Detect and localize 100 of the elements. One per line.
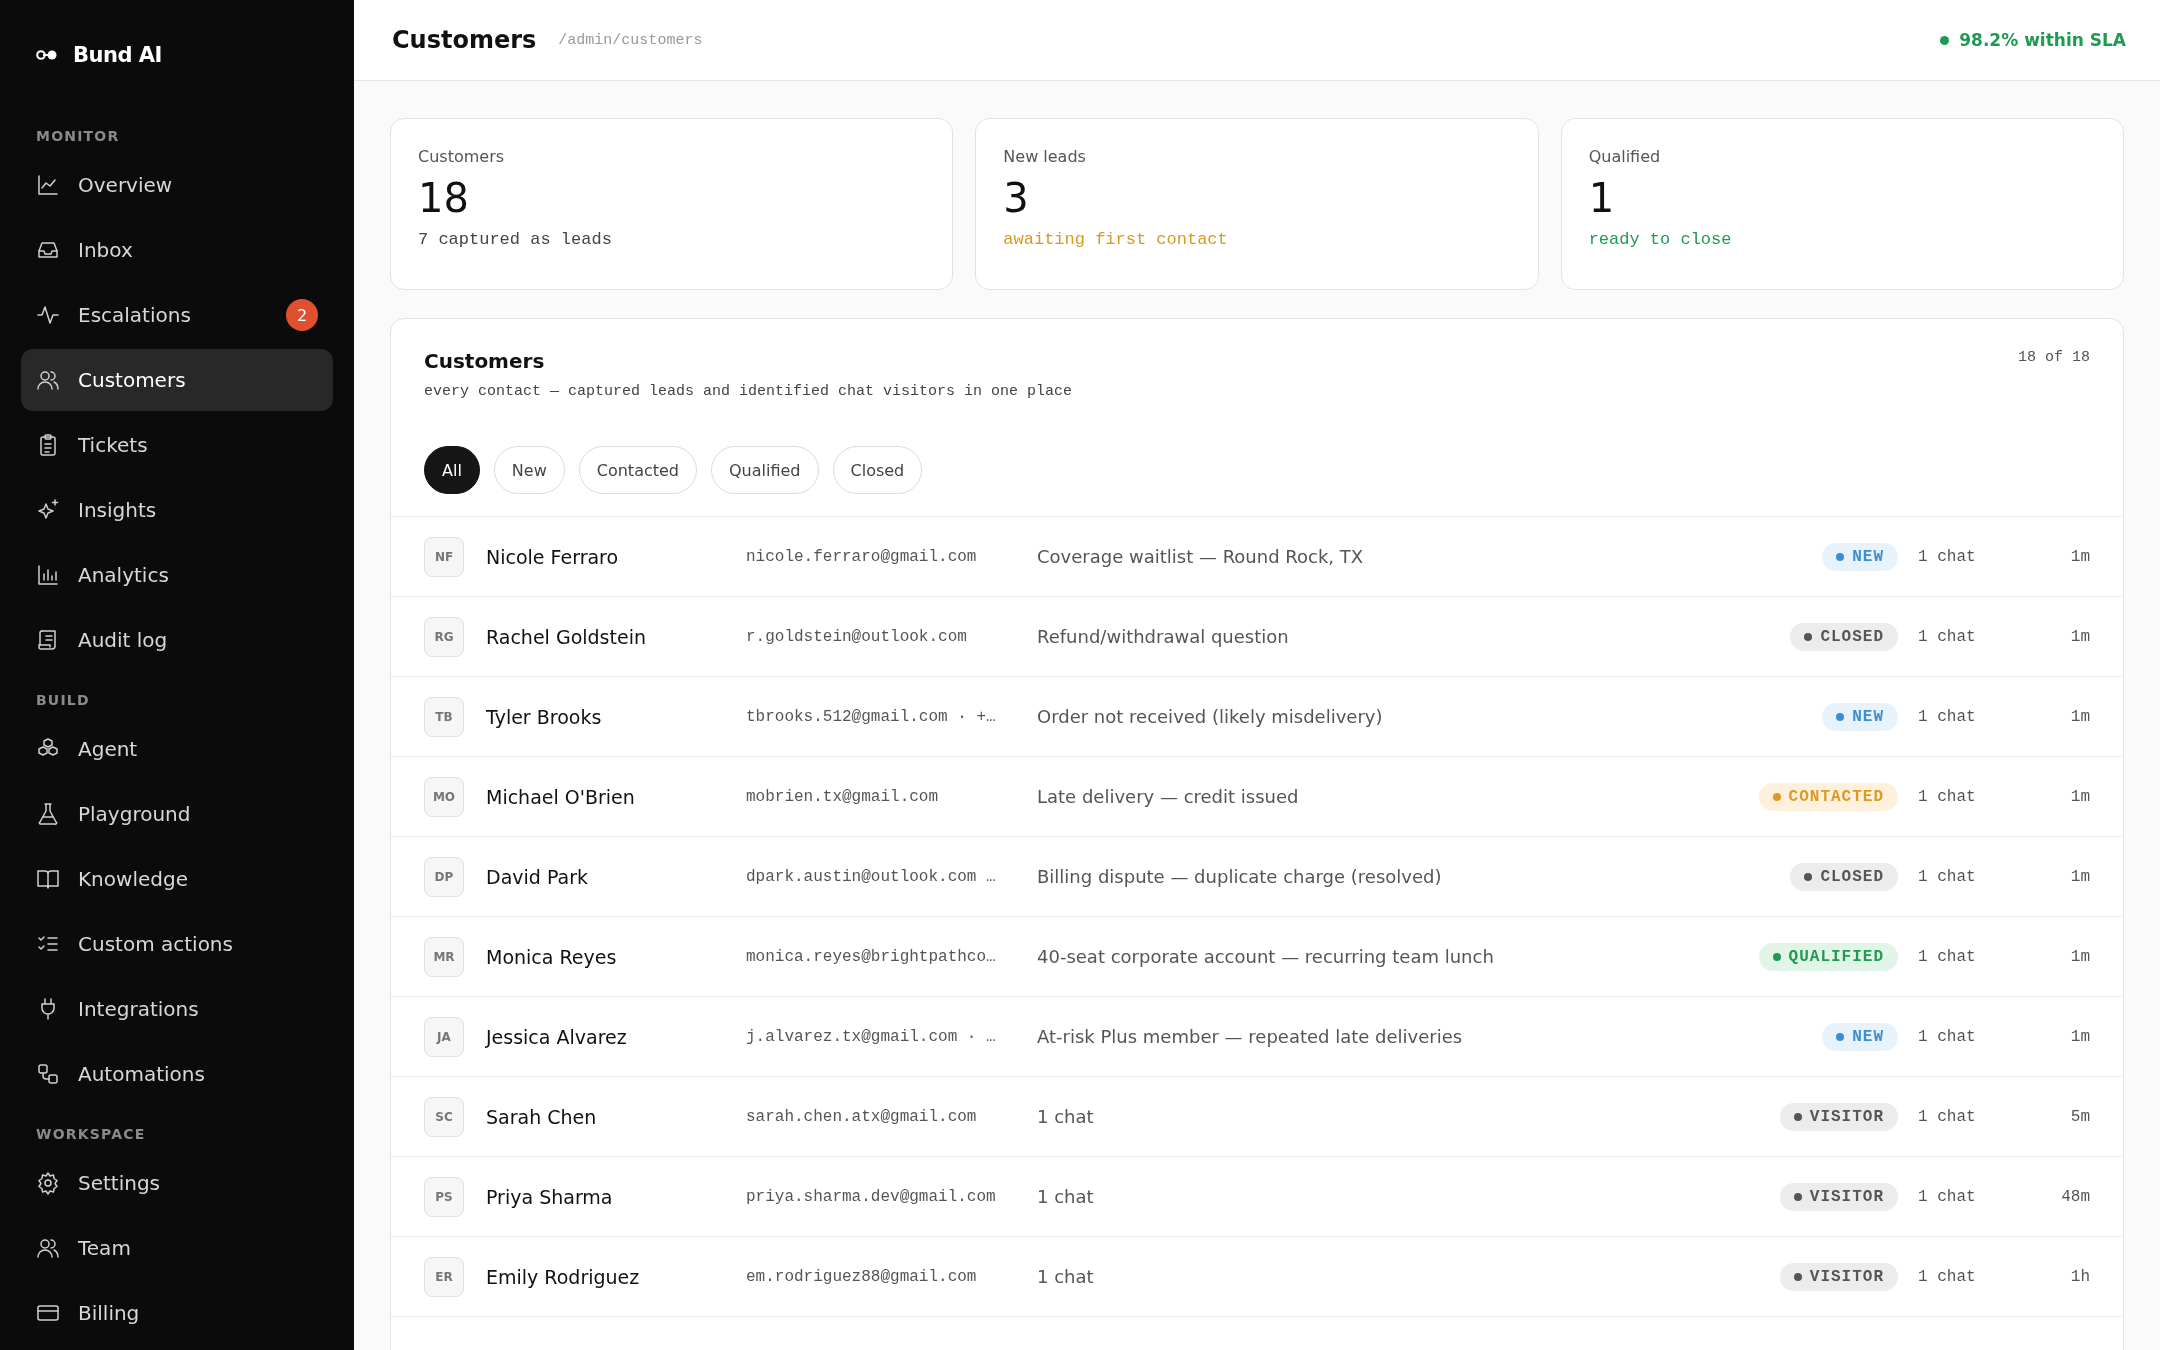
panel-title: Customers [424, 349, 546, 373]
status-badge: VISITOR [1779, 1262, 1898, 1291]
customer-summary: 40-seat corporate account — recurring team lunch [1037, 946, 1495, 967]
last-seen: 48m [2060, 1187, 2090, 1206]
status-badge: QUALIFIED [1758, 942, 1898, 971]
brand-name: Bund AI [73, 43, 162, 67]
sparkle-icon [36, 498, 60, 522]
customer-summary: Coverage waitlist — Round Rock, TX [1037, 546, 1365, 567]
chat-count: 1 chat [1917, 707, 1977, 726]
customer-row[interactable]: JA Jessica Alvarez j.alvarez.tx@gmail.com · … At-risk Plus member — repeated late deliveries NEW 1 chat 1m [391, 997, 2123, 1077]
pulse-icon [36, 303, 60, 327]
chat-count: 1 chat [1917, 1027, 1977, 1046]
status-badge: VISITOR [1779, 1182, 1898, 1211]
nav-item[interactable]: Analytics [21, 544, 333, 606]
last-seen: 1m [2069, 627, 2090, 646]
stat-note: 7 captured as leads [418, 230, 613, 249]
initials-avatar: MR [424, 936, 464, 977]
customer-row[interactable]: SC Sarah Chen sarah.chen.atx@gmail.com 1 chat VISITOR 1 chat 5m [391, 1077, 2123, 1157]
customer-email: em.rodriguez88@gmail.com [746, 1267, 978, 1286]
panel-subtitle: every contact — captured leads and identified chat visitors in one place [424, 383, 1073, 400]
nav-item[interactable]: Integrations [21, 978, 333, 1040]
nav-item[interactable]: Escalations 2 [21, 284, 333, 346]
last-seen: 1m [2069, 947, 2090, 966]
chat-count: 1 chat [1917, 867, 1977, 886]
sla-status: 98.2% within SLA [1959, 30, 2126, 50]
customer-row[interactable]: ER Emily Rodriguez em.rodriguez88@gmail.com 1 chat VISITOR 1 chat 1h [391, 1237, 2123, 1317]
section-label: WORKSPACE [35, 1125, 147, 1144]
count-badge: 2 [286, 299, 318, 331]
nav-item[interactable]: Overview [21, 154, 333, 216]
initials-avatar: SC [424, 1096, 464, 1137]
flask-icon [36, 802, 60, 826]
customer-name: David Park [486, 865, 589, 888]
last-seen: 1m [2069, 787, 2090, 806]
last-seen: 1m [2069, 547, 2090, 566]
last-seen: 1h [2069, 1267, 2090, 1286]
customer-name: Michael O'Brien [486, 785, 636, 808]
customer-email: priya.sharma.dev@gmail.com [746, 1187, 997, 1206]
last-seen: 1m [2069, 707, 2090, 726]
customer-name: Nicole Ferraro [486, 545, 620, 568]
stat-label: New leads [1003, 147, 1087, 166]
nav-item[interactable]: Customers [21, 349, 333, 411]
customer-name: Monica Reyes [486, 945, 618, 968]
status-badge: CLOSED [1790, 622, 1898, 651]
nav-item[interactable]: Custom actions [21, 913, 333, 975]
stat-note: awaiting first contact [1003, 230, 1229, 249]
filter-chip[interactable]: Qualified [711, 446, 819, 494]
customer-row[interactable]: PS Priya Sharma priya.sharma.dev@gmail.com 1 chat VISITOR 1 chat 48m [391, 1157, 2123, 1237]
nav-item[interactable]: Settings [21, 1152, 333, 1214]
customer-summary: Refund/withdrawal question [1037, 626, 1290, 647]
status-badge: CLOSED [1790, 862, 1898, 891]
status-badge: NEW [1822, 542, 1898, 571]
page-path: /admin/customers [558, 31, 704, 49]
filter-chip[interactable]: All [424, 446, 480, 494]
nav-item[interactable]: Playground [21, 783, 333, 845]
nav-item[interactable]: Audit log [21, 609, 333, 671]
last-seen: 5m [2069, 1107, 2090, 1126]
bars-icon [36, 563, 60, 587]
stat-value: 3 [1003, 176, 1030, 220]
chat-count: 1 chat [1917, 1187, 1977, 1206]
customer-row[interactable]: NF Nicole Ferraro nicole.ferraro@gmail.com Coverage waitlist — Round Rock, TX NEW 1 chat 1m [391, 517, 2123, 597]
nav-item[interactable]: Inbox [21, 219, 333, 281]
customer-name: Tyler Brooks [486, 705, 603, 728]
customer-summary: 1 chat [1037, 1266, 1095, 1287]
stat-value: 1 [1588, 176, 1616, 220]
flow-icon [36, 1062, 60, 1086]
users-icon [36, 368, 60, 392]
chat-count: 1 chat [1917, 547, 1977, 566]
page-title: Customers [392, 26, 537, 54]
customer-row[interactable]: MO Michael O'Brien mobrien.tx@gmail.com Late delivery — credit issued CONTACTED 1 chat 1m [391, 757, 2123, 837]
initials-avatar: ER [424, 1256, 464, 1297]
customer-name: Sarah Chen [486, 1105, 598, 1128]
customer-email: r.goldstein@outlook.com [746, 627, 968, 646]
customer-summary: Billing dispute — duplicate charge (resolved) [1037, 866, 1443, 887]
status-badge: CONTACTED [1758, 782, 1898, 811]
nav-item[interactable]: Billing [21, 1282, 333, 1344]
nav-item[interactable]: Team [21, 1217, 333, 1279]
nav-item[interactable]: Agent [21, 718, 333, 780]
customer-name: Jessica Alvarez [486, 1025, 628, 1048]
filter-chip[interactable]: Contacted [578, 446, 697, 494]
filter-chip[interactable]: Closed [832, 446, 923, 494]
chat-count: 1 chat [1917, 627, 1977, 646]
nav-item[interactable]: Tickets [21, 414, 333, 476]
customer-row[interactable]: DP David Park dpark.austin@outlook.com … Billing dispute — duplicate charge (resolved) CLOSED 1 chat 1m [391, 837, 2123, 917]
initials-avatar: NF [424, 536, 464, 577]
nav-item[interactable]: Knowledge [21, 848, 333, 910]
section-label: MONITOR [35, 127, 121, 146]
customer-summary: Late delivery — credit issued [1037, 786, 1300, 807]
customer-row[interactable]: MR Monica Reyes monica.reyes@brightpathco… 40-seat corporate account — recurring team lunch QUALIFIED 1 chat 1m [391, 917, 2123, 997]
chat-count: 1 chat [1917, 787, 1977, 806]
customer-row[interactable]: RG Rachel Goldstein r.goldstein@outlook.com Refund/withdrawal question CLOSED 1 chat 1m [391, 597, 2123, 677]
initials-avatar: TB [424, 696, 464, 737]
filter-chip[interactable]: New [493, 446, 565, 494]
customer-summary: At-risk Plus member — repeated late deliveries [1037, 1026, 1464, 1047]
customer-email: tbrooks.512@gmail.com · +… [746, 707, 997, 726]
nav-item[interactable]: Insights [21, 479, 333, 541]
nav-item[interactable]: Automations [21, 1043, 333, 1105]
stat-label: Customers [418, 147, 506, 166]
customer-email: sarah.chen.atx@gmail.com [746, 1107, 978, 1126]
customer-row[interactable]: TB Tyler Brooks tbrooks.512@gmail.com · +… Order not received (likely misdelivery) NEW 1 chat 1m [391, 677, 2123, 757]
result-count: 18 of 18 [2018, 349, 2090, 366]
